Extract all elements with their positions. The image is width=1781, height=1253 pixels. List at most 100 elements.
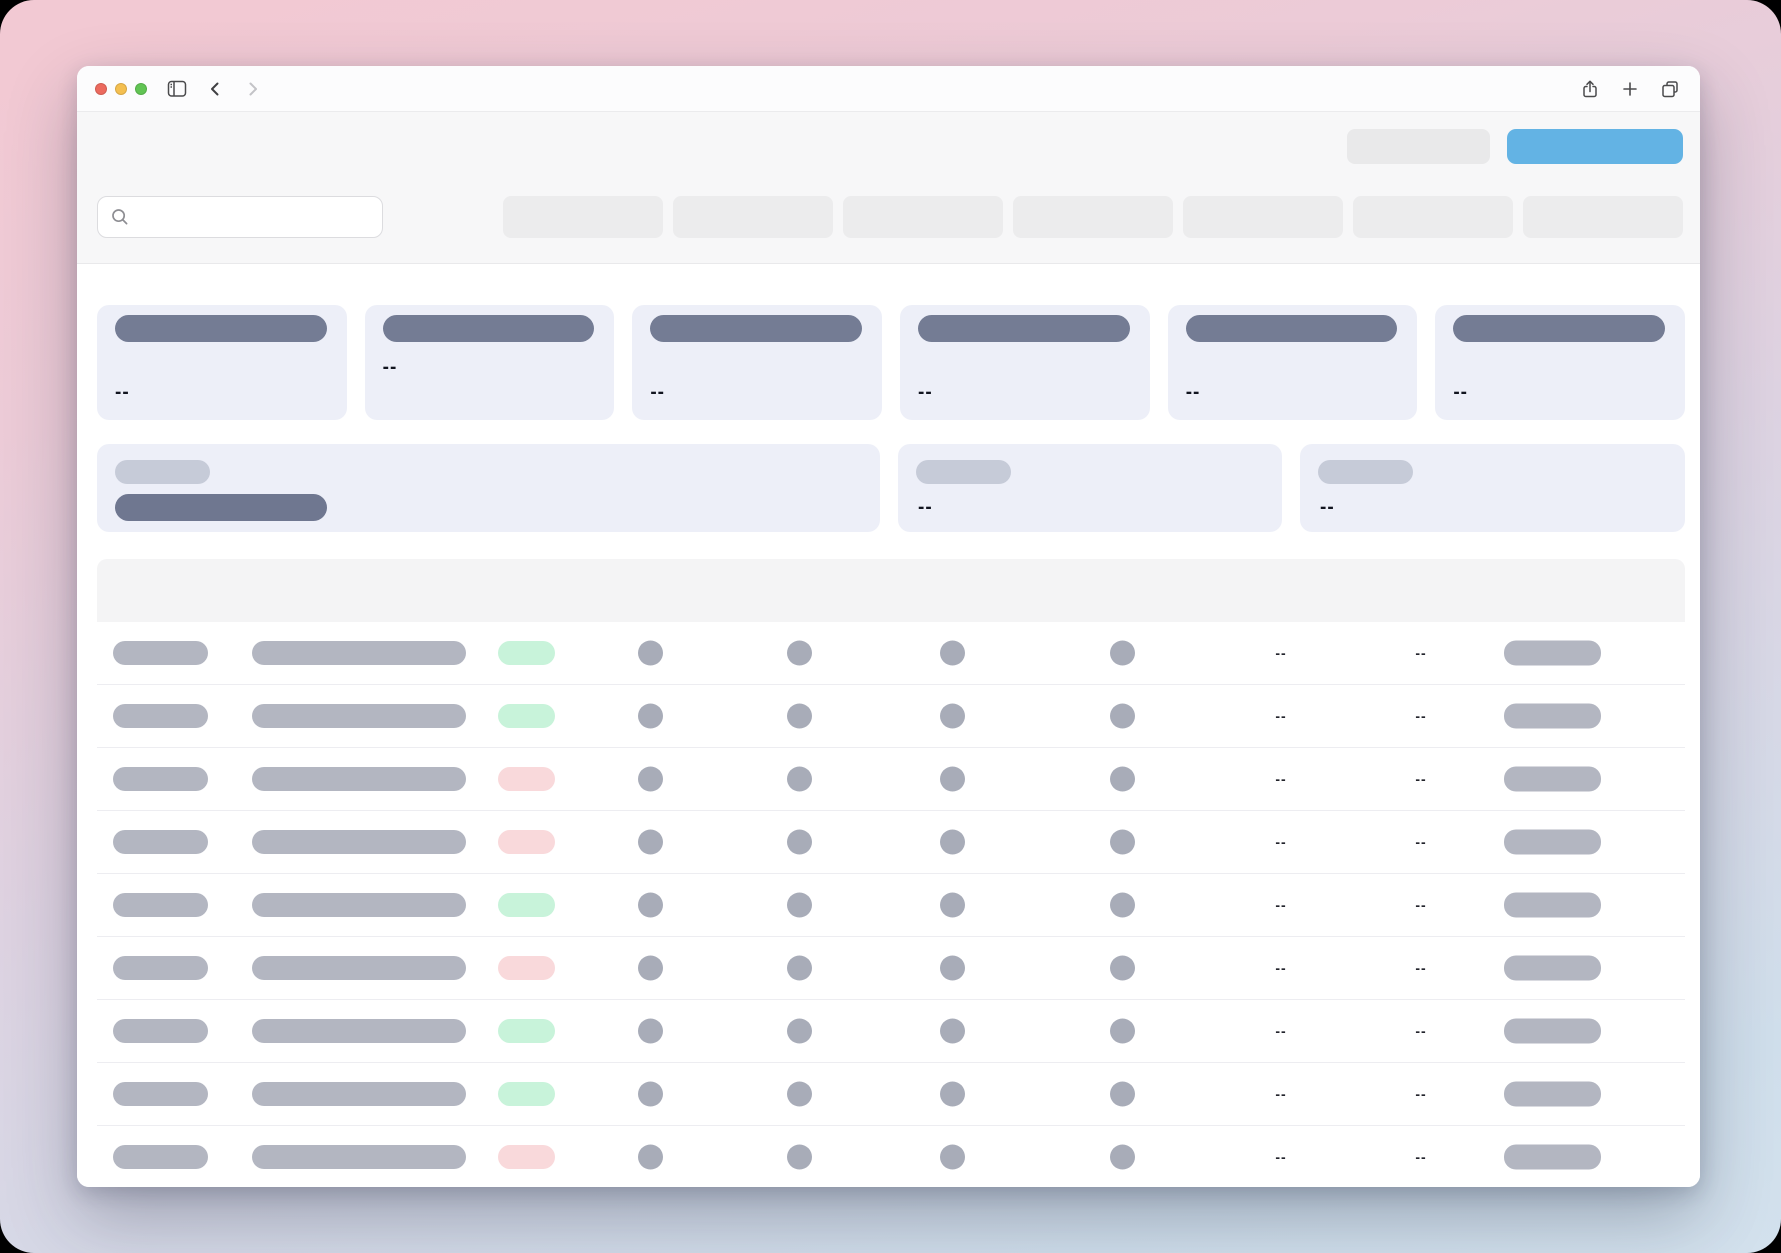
close-button[interactable] <box>95 83 107 95</box>
zoom-button[interactable] <box>135 83 147 95</box>
browser-window: -- -- -- -- -- -- <box>77 66 1700 1187</box>
primary-action-button[interactable] <box>1507 129 1683 164</box>
cell-dot-skeleton <box>1110 704 1135 729</box>
cell-dot-skeleton <box>940 641 965 666</box>
cell-skeleton-action <box>1504 1019 1601 1044</box>
cell-dot-skeleton <box>787 893 812 918</box>
status-pill <box>498 830 555 854</box>
search-box[interactable] <box>97 196 383 238</box>
metric-value-a: -- <box>1251 1086 1311 1102</box>
summary-card-middle: -- <box>898 444 1282 532</box>
table-row: -- -- <box>97 622 1685 685</box>
table-body: -- -- -- -- <box>97 622 1685 1187</box>
cell-dot-skeleton <box>638 704 663 729</box>
cell-skeleton-action <box>1504 956 1601 981</box>
metric-value-a: -- <box>1251 645 1311 661</box>
metric-value-a: -- <box>1251 1023 1311 1039</box>
stat-card: -- <box>632 305 882 420</box>
metric-value-a: -- <box>1251 708 1311 724</box>
metric-value-b: -- <box>1391 645 1451 661</box>
cell-skeleton-action <box>1504 704 1601 729</box>
cell-dot-skeleton <box>638 1019 663 1044</box>
table-row: -- -- <box>97 685 1685 748</box>
cell-dot-skeleton <box>638 830 663 855</box>
summary-value: -- <box>1320 497 1335 519</box>
table-row: -- -- <box>97 811 1685 874</box>
cell-dot-skeleton <box>940 1019 965 1044</box>
cell-dot-skeleton <box>1110 641 1135 666</box>
stat-title-skeleton <box>383 315 595 342</box>
filter-chip-row <box>503 196 1683 238</box>
table-row: -- -- <box>97 937 1685 1000</box>
cell-skeleton-id <box>113 767 208 791</box>
cell-dot-skeleton <box>638 641 663 666</box>
status-pill <box>498 704 555 728</box>
minimize-button[interactable] <box>115 83 127 95</box>
cell-skeleton-id <box>113 641 208 665</box>
filter-chip-skeleton[interactable] <box>503 196 663 238</box>
cell-skeleton-name <box>252 893 466 917</box>
stat-card: -- <box>1168 305 1418 420</box>
cell-skeleton-name <box>252 767 466 791</box>
main-content: -- -- -- -- -- -- <box>77 264 1700 1187</box>
cell-skeleton-name <box>252 641 466 665</box>
metric-value-b: -- <box>1391 1149 1451 1165</box>
cell-skeleton-name <box>252 830 466 854</box>
summary-card-row: -- -- <box>97 444 1685 532</box>
search-input[interactable] <box>130 209 370 225</box>
status-pill <box>498 893 555 917</box>
metric-value-a: -- <box>1251 834 1311 850</box>
cell-dot-skeleton <box>940 956 965 981</box>
filter-chip-skeleton[interactable] <box>1183 196 1343 238</box>
metric-value-b: -- <box>1391 960 1451 976</box>
status-pill <box>498 767 555 791</box>
cell-skeleton-action <box>1504 1145 1601 1170</box>
cell-skeleton-action <box>1504 767 1601 792</box>
forward-icon[interactable] <box>241 77 265 101</box>
cell-dot-skeleton <box>638 893 663 918</box>
metric-value-b: -- <box>1391 834 1451 850</box>
cell-skeleton-action <box>1504 1082 1601 1107</box>
table-row: -- -- <box>97 1063 1685 1126</box>
filter-chip-skeleton[interactable] <box>673 196 833 238</box>
cell-dot-skeleton <box>787 1019 812 1044</box>
stat-title-skeleton <box>650 315 862 342</box>
metric-value-b: -- <box>1391 1023 1451 1039</box>
cell-skeleton-action <box>1504 893 1601 918</box>
filter-chip-skeleton[interactable] <box>1353 196 1513 238</box>
table-row: -- -- <box>97 1000 1685 1063</box>
filter-chip-skeleton[interactable] <box>1013 196 1173 238</box>
secondary-button-skeleton[interactable] <box>1347 129 1490 164</box>
cell-skeleton-name <box>252 704 466 728</box>
cell-dot-skeleton <box>1110 1145 1135 1170</box>
metric-value-a: -- <box>1251 960 1311 976</box>
filter-chip-skeleton[interactable] <box>843 196 1003 238</box>
cell-skeleton-name <box>252 1145 466 1169</box>
status-pill <box>498 956 555 980</box>
summary-card-left <box>97 444 880 532</box>
cell-skeleton-name <box>252 1019 466 1043</box>
back-icon[interactable] <box>203 77 227 101</box>
metric-value-a: -- <box>1251 1149 1311 1165</box>
filter-chip-skeleton[interactable] <box>1523 196 1683 238</box>
cell-skeleton-action <box>1504 830 1601 855</box>
browser-toolbar <box>77 66 1700 112</box>
stat-card: -- <box>97 305 347 420</box>
stat-value: -- <box>918 382 933 404</box>
stat-title-skeleton <box>1453 315 1665 342</box>
cell-skeleton-id <box>113 893 208 917</box>
new-tab-icon[interactable] <box>1618 77 1642 101</box>
cell-dot-skeleton <box>1110 1082 1135 1107</box>
tab-overview-icon[interactable] <box>1658 77 1682 101</box>
summary-card-right: -- <box>1300 444 1685 532</box>
cell-dot-skeleton <box>940 704 965 729</box>
share-icon[interactable] <box>1578 77 1602 101</box>
table-row: -- -- <box>97 1126 1685 1187</box>
stat-card: -- <box>1435 305 1685 420</box>
summary-label-skeleton <box>1318 460 1413 484</box>
cell-skeleton-action <box>1504 641 1601 666</box>
summary-label-skeleton <box>916 460 1011 484</box>
sidebar-toggle-icon[interactable] <box>165 77 189 101</box>
cell-dot-skeleton <box>940 1082 965 1107</box>
cell-dot-skeleton <box>1110 830 1135 855</box>
